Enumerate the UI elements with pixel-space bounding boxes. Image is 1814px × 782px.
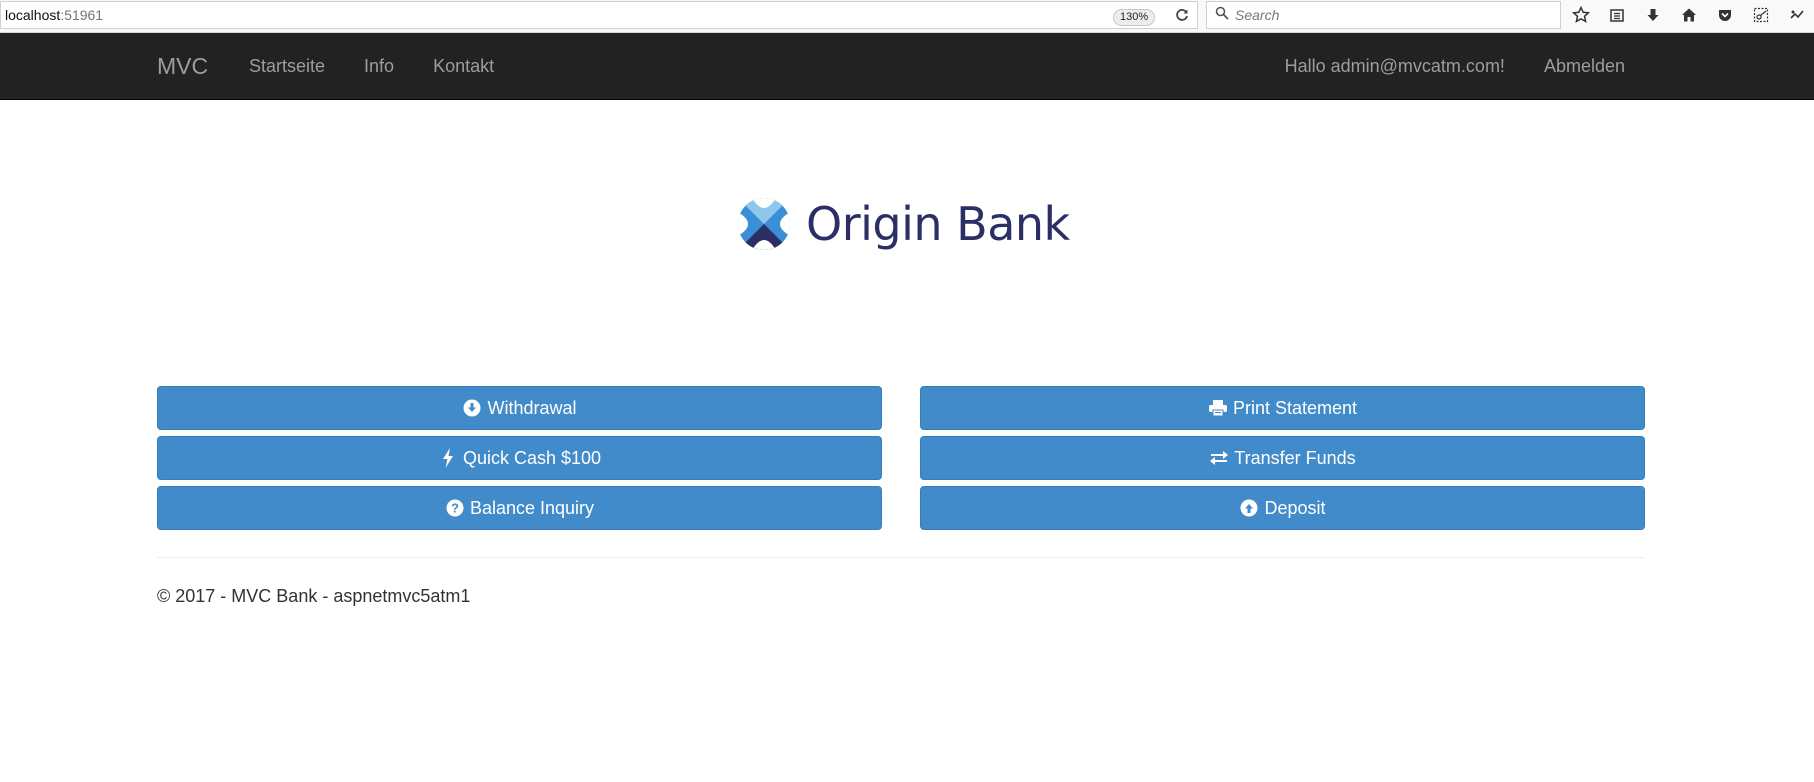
extension-icon[interactable]	[1784, 3, 1810, 27]
origin-bank-logo: Origin Bank	[736, 196, 1070, 252]
print-statement-button[interactable]: Print Statement	[920, 386, 1645, 430]
home-icon[interactable]	[1676, 3, 1702, 27]
deposit-button[interactable]: Deposit	[920, 486, 1645, 530]
print-icon	[1208, 398, 1228, 418]
origin-bank-logo-icon	[738, 198, 790, 250]
browser-toolbar: localhost:51961 130%	[0, 0, 1814, 33]
star-icon[interactable]	[1568, 3, 1594, 27]
arrow-circle-up-icon	[1239, 498, 1259, 518]
flash-icon	[438, 448, 458, 468]
footer-divider	[157, 557, 1645, 558]
navbar: MVC Startseite Info Kontakt Hallo admin@…	[0, 33, 1814, 100]
balance-inquiry-label: Balance Inquiry	[469, 497, 595, 518]
screenshot-icon[interactable]	[1748, 3, 1774, 27]
nav-link-info[interactable]: Info	[364, 56, 394, 77]
nav-link-startseite[interactable]: Startseite	[249, 56, 325, 77]
reload-icon[interactable]	[1168, 3, 1196, 27]
nav-user: Hallo admin@mvcatm.com! Abmelden	[1285, 33, 1625, 100]
download-icon[interactable]	[1640, 3, 1666, 27]
url-host: localhost	[5, 7, 61, 23]
nav-link-kontakt[interactable]: Kontakt	[433, 56, 494, 77]
search-input[interactable]	[1235, 7, 1535, 23]
logout-link[interactable]: Abmelden	[1544, 56, 1625, 77]
url-port: :51961	[60, 7, 104, 23]
withdrawal-label: Withdrawal	[487, 397, 577, 418]
search-box[interactable]	[1206, 1, 1561, 29]
reading-list-icon[interactable]	[1604, 3, 1630, 27]
user-greeting-link[interactable]: Hallo admin@mvcatm.com!	[1285, 56, 1505, 77]
arrow-circle-down-icon	[462, 398, 482, 418]
balance-inquiry-button[interactable]: ? Balance Inquiry	[157, 486, 882, 530]
transfer-funds-button[interactable]: Transfer Funds	[920, 436, 1645, 480]
url-bar[interactable]: localhost:51961 130%	[0, 1, 1198, 29]
question-circle-icon: ?	[445, 498, 465, 518]
nav-links: Startseite Info Kontakt	[249, 33, 494, 100]
brand-link[interactable]: MVC	[157, 33, 208, 100]
pocket-icon[interactable]	[1712, 3, 1738, 27]
zoom-indicator[interactable]: 130%	[1113, 9, 1156, 26]
footer-text: © 2017 - MVC Bank - aspnetmvc5atm1	[157, 586, 471, 606]
deposit-label: Deposit	[1264, 497, 1326, 518]
transfer-funds-label: Transfer Funds	[1234, 447, 1356, 468]
search-icon	[1215, 6, 1229, 25]
print-statement-label: Print Statement	[1232, 397, 1358, 418]
logo-text: Origin Bank	[806, 197, 1070, 251]
svg-text:?: ?	[451, 501, 459, 516]
transfer-icon	[1209, 448, 1229, 468]
quick-cash-button[interactable]: Quick Cash $100	[157, 436, 882, 480]
withdrawal-button[interactable]: Withdrawal	[157, 386, 882, 430]
quick-cash-label: Quick Cash $100	[462, 447, 602, 468]
